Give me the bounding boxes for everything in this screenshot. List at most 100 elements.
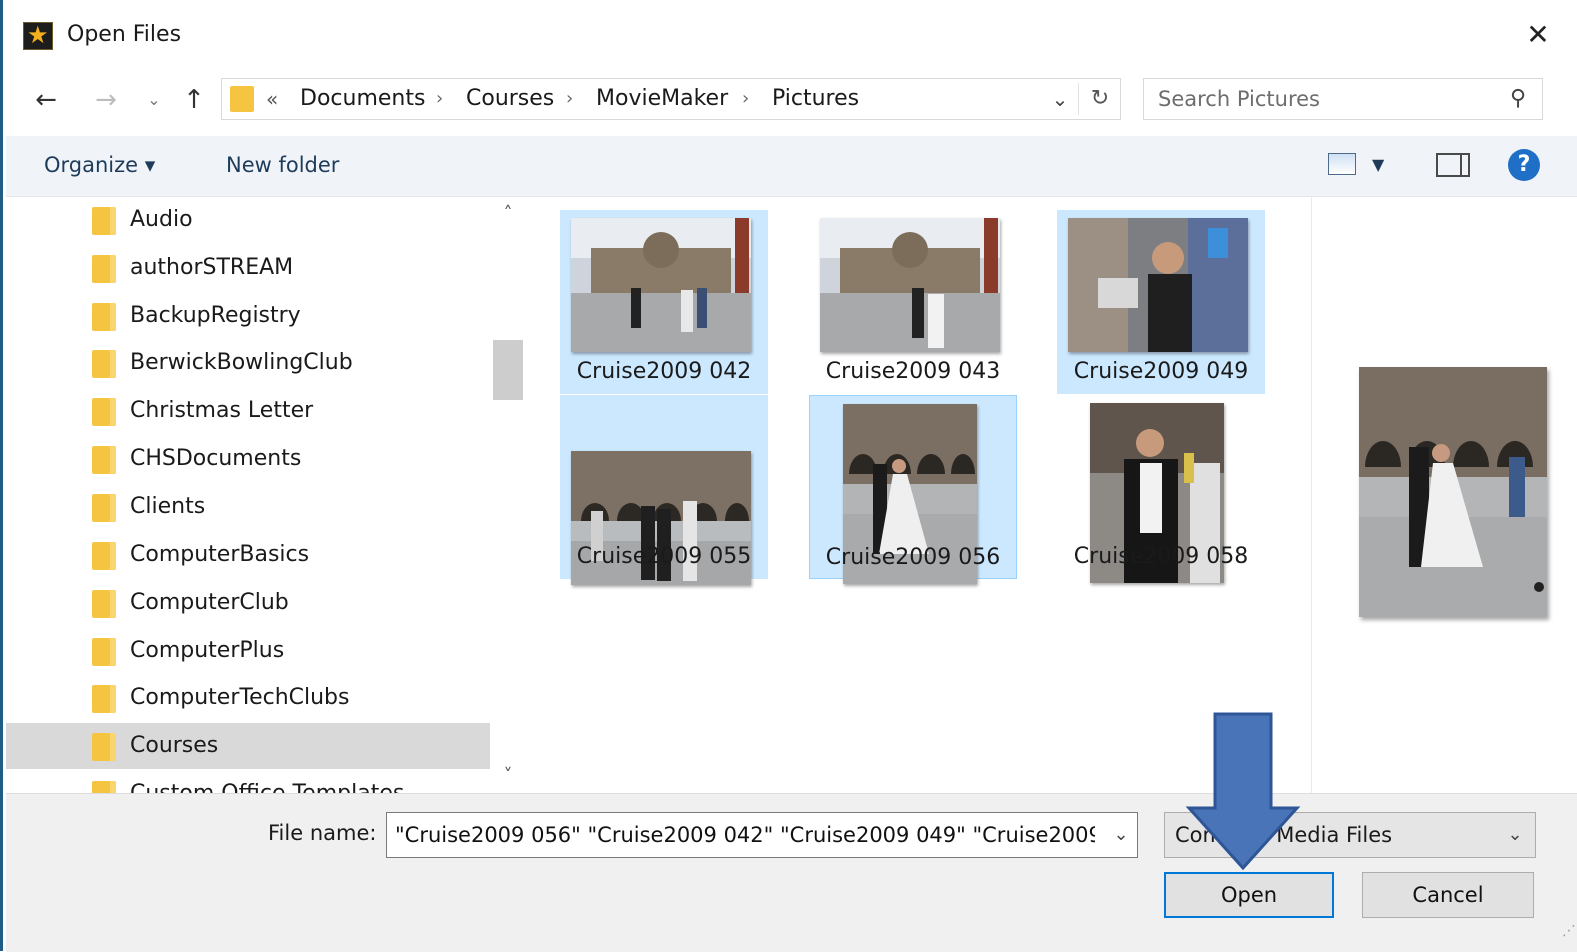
preview-image — [1359, 367, 1547, 617]
folder-icon — [92, 207, 116, 235]
nav-item-label: Christmas Letter — [130, 398, 314, 423]
nav-item-christmas-letter[interactable]: Christmas Letter — [6, 388, 490, 434]
help-icon[interactable]: ? — [1508, 149, 1540, 181]
title-bar: Open Files ✕ — [3, 0, 1577, 70]
breadcrumb-overflow[interactable]: « — [266, 86, 278, 112]
bottom-panel: File name: ⌄ Common Media Files ⌄ Open C… — [6, 793, 1577, 952]
nav-item-backupregistry[interactable]: BackupRegistry — [6, 293, 490, 339]
file-name: Cruise2009 056 — [825, 545, 1001, 570]
nav-item-computerbasics[interactable]: ComputerBasics — [6, 532, 490, 578]
refresh-icon[interactable]: ↻ — [1088, 85, 1112, 113]
nav-item-authorstream[interactable]: authorSTREAM — [6, 245, 490, 291]
nav-item-label: BackupRegistry — [130, 303, 301, 328]
nav-item-computerplus[interactable]: ComputerPlus — [6, 628, 490, 674]
file-item-cruise2009-049[interactable]: Cruise2009 049 — [1057, 210, 1265, 394]
chevron-down-icon[interactable]: ⌄ — [1503, 821, 1527, 849]
search-input[interactable] — [1158, 84, 1488, 114]
file-name: Cruise2009 042 — [576, 359, 752, 384]
open-button[interactable]: Open — [1164, 872, 1334, 918]
folder-icon — [92, 350, 116, 378]
up-arrow-icon[interactable]: ↑ — [179, 84, 209, 116]
view-options-dropdown-icon[interactable]: ▼ — [1372, 150, 1384, 180]
moviemaker-app-icon — [23, 20, 53, 50]
nav-item-label: Audio — [130, 207, 193, 232]
nav-item-label: CHSDocuments — [130, 446, 302, 471]
file-list[interactable]: Cruise2009 042 Cruise2009 043 Cruise2009… — [523, 197, 1310, 793]
file-name: Cruise2009 055 — [576, 544, 752, 569]
folder-icon — [92, 303, 116, 331]
file-item-cruise2009-058[interactable]: Cruise2009 058 — [1057, 395, 1265, 583]
file-name-combobox[interactable]: ⌄ — [386, 812, 1138, 858]
recent-locations-chevron-icon[interactable]: ⌄ — [139, 84, 169, 116]
nav-item-label: ComputerBasics — [130, 542, 310, 567]
close-icon[interactable]: ✕ — [1521, 18, 1555, 52]
nav-item-clients[interactable]: Clients — [6, 484, 490, 530]
breadcrumb-chevron-icon[interactable]: › — [742, 84, 749, 114]
nav-item-berwickbowlingclub[interactable]: BerwickBowlingClub — [6, 340, 490, 386]
nav-item-label: ComputerClub — [130, 590, 289, 615]
scrollbar-thumb[interactable] — [493, 340, 523, 400]
nav-item-label: Custom Office Templates — [130, 778, 404, 793]
thumbnail-image — [571, 218, 751, 352]
file-item-cruise2009-043[interactable]: Cruise2009 043 — [809, 210, 1017, 394]
command-toolbar: Organize ▾ New folder ▼ ? — [6, 136, 1577, 197]
file-name: Cruise2009 058 — [1073, 544, 1249, 569]
window-title: Open Files — [67, 22, 182, 47]
folder-icon — [92, 542, 116, 570]
navigation-scrollbar[interactable]: ˄ ˅ — [493, 197, 523, 793]
scroll-up-icon[interactable]: ˄ — [493, 201, 523, 227]
breadcrumb-moviemaker[interactable]: MovieMaker — [596, 84, 728, 114]
annotation-down-arrow — [1185, 712, 1301, 871]
thumbnail-image — [820, 218, 1000, 352]
open-files-dialog: Open Files ✕ ← → ⌄ ↑ « Documents › Cours… — [0, 0, 1577, 952]
nav-item-custom-office-templates[interactable]: Custom Office Templates — [6, 771, 490, 793]
breadcrumb-chevron-icon[interactable]: › — [566, 84, 573, 114]
thumbnail-image — [1068, 218, 1248, 352]
search-box[interactable]: ⚲ — [1143, 78, 1543, 120]
file-item-cruise2009-042[interactable]: Cruise2009 042 — [560, 210, 768, 394]
folder-icon — [92, 781, 116, 793]
preview-pane — [1311, 197, 1577, 793]
address-bar[interactable]: « Documents › Courses › MovieMaker › Pic… — [221, 78, 1121, 120]
organize-button[interactable]: Organize ▾ — [44, 150, 155, 180]
nav-item-computerclub[interactable]: ComputerClub — [6, 580, 490, 626]
nav-item-label: ComputerTechClubs — [130, 685, 350, 710]
folder-icon — [92, 733, 116, 761]
nav-item-label: BerwickBowlingClub — [130, 350, 353, 375]
nav-item-label: authorSTREAM — [130, 255, 294, 280]
folder-icon — [92, 494, 116, 522]
nav-item-courses[interactable]: Courses — [6, 723, 490, 769]
folder-icon — [230, 86, 254, 112]
chevron-down-icon[interactable]: ⌄ — [1109, 821, 1133, 849]
folder-icon — [92, 638, 116, 666]
folder-icon — [92, 398, 116, 426]
breadcrumb-courses[interactable]: Courses — [466, 84, 554, 114]
nav-item-computertechclubs[interactable]: ComputerTechClubs — [6, 675, 490, 721]
nav-item-audio[interactable]: Audio — [6, 197, 490, 243]
resize-grip-icon[interactable]: ⋰ — [1554, 920, 1576, 942]
nav-item-label: Clients — [130, 494, 206, 519]
file-name-label: File name: — [268, 821, 377, 845]
nav-item-label: ComputerPlus — [130, 638, 285, 663]
forward-arrow-icon[interactable]: → — [91, 84, 121, 116]
cancel-button[interactable]: Cancel — [1362, 872, 1534, 918]
address-divider — [1078, 83, 1079, 115]
folder-icon — [92, 446, 116, 474]
address-dropdown-chevron-icon[interactable]: ⌄ — [1048, 86, 1072, 112]
breadcrumb-documents[interactable]: Documents — [300, 84, 425, 114]
scroll-down-icon[interactable]: ˅ — [493, 763, 523, 789]
breadcrumb-chevron-icon[interactable]: › — [436, 84, 443, 114]
folder-icon — [92, 685, 116, 713]
file-item-cruise2009-056[interactable]: Cruise2009 056 — [809, 395, 1017, 584]
new-folder-button[interactable]: New folder — [226, 150, 339, 180]
breadcrumb-pictures[interactable]: Pictures — [772, 84, 859, 114]
search-icon[interactable]: ⚲ — [1504, 85, 1532, 113]
change-view-icon[interactable] — [1328, 153, 1356, 175]
file-name-input[interactable] — [395, 820, 1095, 850]
folder-icon — [92, 590, 116, 618]
file-item-cruise2009-055[interactable]: Cruise2009 055 — [560, 395, 768, 585]
preview-pane-icon[interactable] — [1436, 153, 1470, 177]
nav-item-chsdocuments[interactable]: CHSDocuments — [6, 436, 490, 482]
back-arrow-icon[interactable]: ← — [31, 84, 61, 116]
navigation-pane[interactable]: Audio authorSTREAM BackupRegistry Berwic… — [6, 197, 493, 793]
